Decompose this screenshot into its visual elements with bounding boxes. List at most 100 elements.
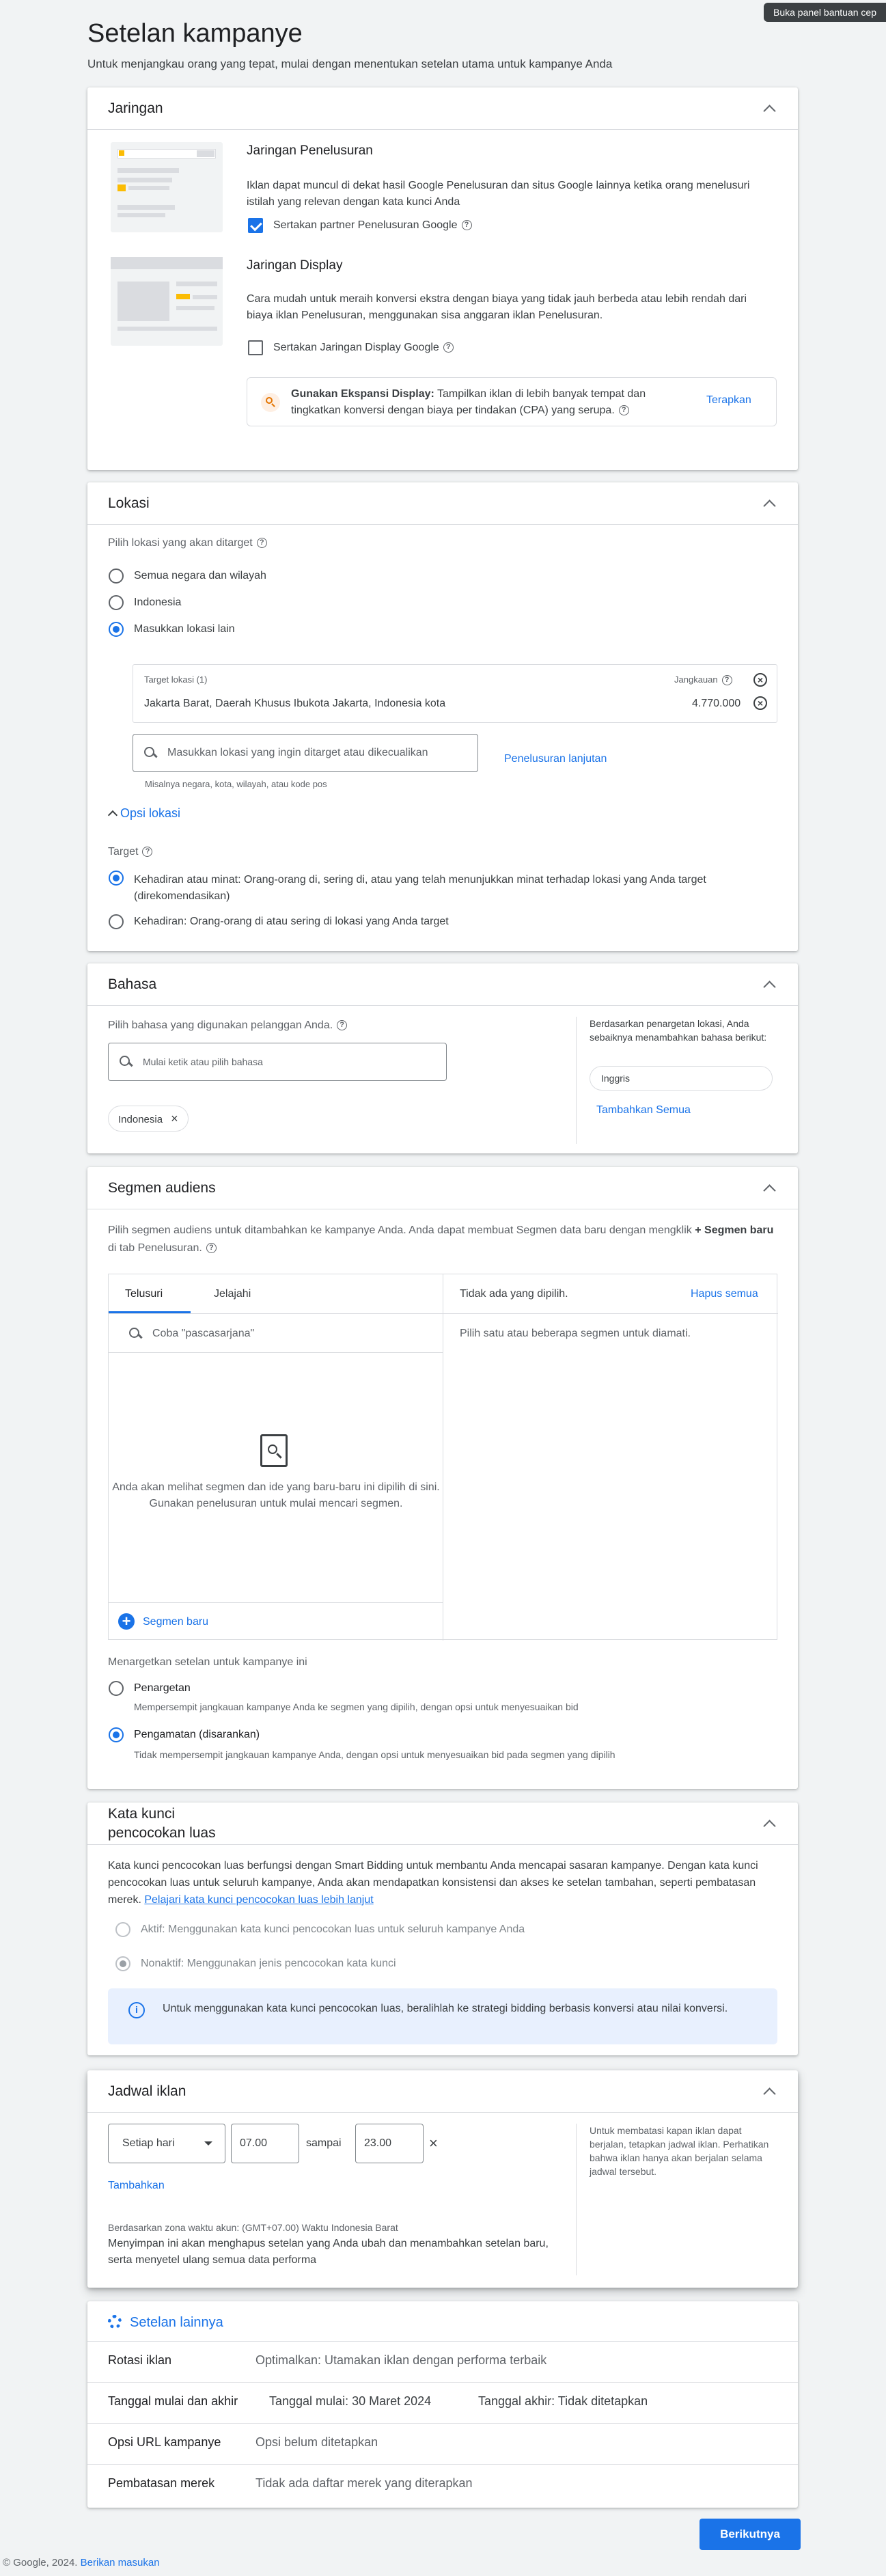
locations-header[interactable]: Lokasi: [87, 482, 798, 525]
chevron-up-icon: [107, 810, 118, 821]
display-network-title: Jaringan Display: [247, 258, 343, 273]
locations-card: Lokasi Pilih lokasi yang akan ditarget? …: [87, 482, 798, 951]
targeting-title: Penargetan: [134, 1682, 191, 1694]
presence-interest-radio[interactable]: [109, 871, 124, 886]
location-hint: Misalnya negara, kota, wilayah, atau kod…: [145, 779, 327, 789]
broad-match-header[interactable]: Kata kunci pencocokan luas: [87, 1803, 798, 1845]
setting-row-value: Opsi belum ditetapkan: [255, 2435, 378, 2449]
broad-match-active-radio[interactable]: [115, 1922, 130, 1937]
target-location-reach: 4.770.000: [692, 698, 741, 709]
schedule-day-select[interactable]: Setiap hari: [108, 2124, 225, 2163]
observation-title: Pengamatan (disarankan): [134, 1729, 260, 1740]
search-partner-checkbox[interactable]: [248, 218, 263, 233]
more-settings-toggle[interactable]: Setelan lainnya: [108, 2315, 223, 2331]
networks-header[interactable]: Jaringan: [87, 87, 798, 130]
help-icon[interactable]: ?: [142, 847, 153, 858]
location-option-other-radio[interactable]: [109, 622, 124, 637]
pick-hint-text: Pilih satu atau beberapa segmen untuk di…: [460, 1328, 691, 1339]
languages-card: Bahasa Pilih bahasa yang digunakan pelan…: [87, 963, 798, 1153]
help-icon[interactable]: ?: [618, 405, 629, 416]
remove-all-icon[interactable]: ×: [753, 673, 767, 687]
chevron-up-icon[interactable]: [761, 976, 777, 993]
display-network-illustration: [111, 257, 223, 346]
gear-icon: [108, 2315, 122, 2329]
location-option-indonesia-radio[interactable]: [109, 595, 124, 610]
setting-row-url-options[interactable]: Opsi URL kampanye Opsi belum ditetapkan: [108, 2423, 777, 2464]
help-icon[interactable]: ?: [443, 342, 454, 353]
observation-desc: Tidak mempersempit jangkauan kampanye An…: [134, 1749, 615, 1760]
reach-header: Jangkauan?: [674, 674, 732, 686]
close-icon[interactable]: ×: [171, 1112, 178, 1125]
chevron-up-icon[interactable]: [761, 2083, 777, 2100]
display-include-label: Sertakan Jaringan Display Google?: [273, 342, 454, 354]
broad-match-title: Kata kunci pencocokan luas: [108, 1805, 216, 1841]
search-icon: [261, 393, 280, 412]
broad-match-desc: Kata kunci pencocokan luas berfungsi den…: [108, 1860, 758, 1906]
learn-more-link[interactable]: Pelajari kata kunci pencocokan luas lebi…: [144, 1894, 373, 1906]
dropdown-arrow-icon: [204, 2141, 212, 2146]
search-icon: [120, 1056, 132, 1068]
remove-schedule-icon[interactable]: ×: [429, 2135, 438, 2152]
chevron-up-icon[interactable]: [761, 495, 777, 512]
location-option-all-label: Semua negara dan wilayah: [134, 570, 266, 581]
help-icon[interactable]: ?: [256, 538, 267, 549]
broad-match-card: Kata kunci pencocokan luas Kata kunci pen…: [87, 1803, 798, 2055]
help-icon[interactable]: ?: [337, 1020, 348, 1031]
timezone-note: Berdasarkan zona waktu akun: (GMT+07.00)…: [108, 2222, 398, 2233]
setting-row-dates[interactable]: Tanggal mulai dan akhir Tanggal mulai: 3…: [108, 2382, 777, 2423]
feedback-link[interactable]: Berikan masukan: [81, 2557, 160, 2568]
schedule-end-input[interactable]: 23.00: [355, 2124, 424, 2163]
target-label: Target?: [108, 846, 153, 858]
targeting-radio[interactable]: [109, 1681, 124, 1696]
help-icon[interactable]: ?: [206, 1243, 217, 1254]
setting-row-brand-restrictions[interactable]: Pembatasan merek Tidak ada daftar merek …: [108, 2464, 777, 2505]
location-options-toggle[interactable]: Opsi lokasi: [107, 806, 180, 821]
audiences-header[interactable]: Segmen audiens: [87, 1167, 798, 1209]
language-search-input[interactable]: Mulai ketik atau pilih bahasa: [108, 1043, 447, 1081]
search-icon: [129, 1328, 141, 1340]
search-icon: [144, 747, 156, 759]
advanced-search-link[interactable]: Penelusuran lanjutan: [504, 753, 607, 765]
location-option-all-radio[interactable]: [109, 568, 124, 584]
broad-match-inactive-radio[interactable]: [115, 1956, 130, 1971]
apply-expansion-link[interactable]: Terapkan: [706, 394, 751, 407]
tab-search[interactable]: Telusuri: [125, 1288, 163, 1300]
observation-radio[interactable]: [109, 1727, 124, 1742]
ad-schedule-header[interactable]: Jadwal iklan: [87, 2070, 798, 2113]
setting-row-value: Tidak ada daftar merek yang diterapkan: [255, 2476, 473, 2490]
setting-row-ad-rotation[interactable]: Rotasi iklan Optimalkan: Utamakan iklan …: [108, 2341, 777, 2382]
audiences-desc: Pilih segmen audiens untuk ditambahkan k…: [108, 1224, 774, 1254]
presence-interest-label: Kehadiran atau minat: Orang-orang di, se…: [134, 874, 706, 902]
location-targets-table: Target lokasi (1) Jangkauan? × Jakarta B…: [133, 664, 777, 723]
help-panel-button[interactable]: Buka panel bantuan cep: [763, 3, 886, 22]
tab-browse[interactable]: Jelajahi: [214, 1288, 251, 1300]
add-icon[interactable]: +: [118, 1613, 135, 1630]
chevron-up-icon[interactable]: [761, 1180, 777, 1196]
setting-row-label: Opsi URL kampanye: [108, 2435, 221, 2449]
languages-prompt: Pilih bahasa yang digunakan pelanggan An…: [108, 1019, 348, 1032]
language-suggest-chip[interactable]: Inggris: [590, 1066, 773, 1091]
audience-search-input[interactable]: Coba "pascasarjana": [129, 1328, 254, 1340]
add-schedule-link[interactable]: Tambahkan: [108, 2180, 165, 2192]
page-subtitle: Untuk menjangkau orang yang tepat, mulai…: [87, 57, 613, 70]
ad-schedule-card: Jadwal iklan Setiap hari 07.00 sampai 23…: [87, 2070, 798, 2288]
location-search-input[interactable]: Masukkan lokasi yang ingin ditarget atau…: [133, 734, 478, 772]
next-button[interactable]: Berikutnya: [700, 2519, 801, 2550]
schedule-start-input[interactable]: 07.00: [231, 2124, 299, 2163]
chevron-up-icon[interactable]: [761, 100, 777, 117]
language-suggest-text: Berdasarkan penargetan lokasi, Anda seba…: [590, 1018, 767, 1043]
presence-radio[interactable]: [109, 914, 124, 929]
remove-location-icon[interactable]: ×: [753, 696, 767, 710]
search-network-illustration: [111, 142, 223, 232]
none-selected-text: Tidak ada yang dipilih.: [460, 1288, 568, 1300]
help-icon[interactable]: ?: [721, 675, 732, 686]
languages-header[interactable]: Bahasa: [87, 963, 798, 1006]
broad-match-active-label: Aktif: Menggunakan kata kunci pencocokan…: [141, 1923, 525, 1935]
add-all-languages-link[interactable]: Tambahkan Semua: [596, 1104, 691, 1116]
help-icon[interactable]: ?: [461, 220, 472, 231]
chevron-up-icon[interactable]: [761, 1815, 777, 1832]
schedule-to-label: sampai: [306, 2137, 342, 2149]
new-segment-link[interactable]: Segmen baru: [143, 1616, 208, 1628]
display-include-checkbox[interactable]: [248, 340, 263, 355]
clear-all-link[interactable]: Hapus semua: [691, 1288, 758, 1300]
